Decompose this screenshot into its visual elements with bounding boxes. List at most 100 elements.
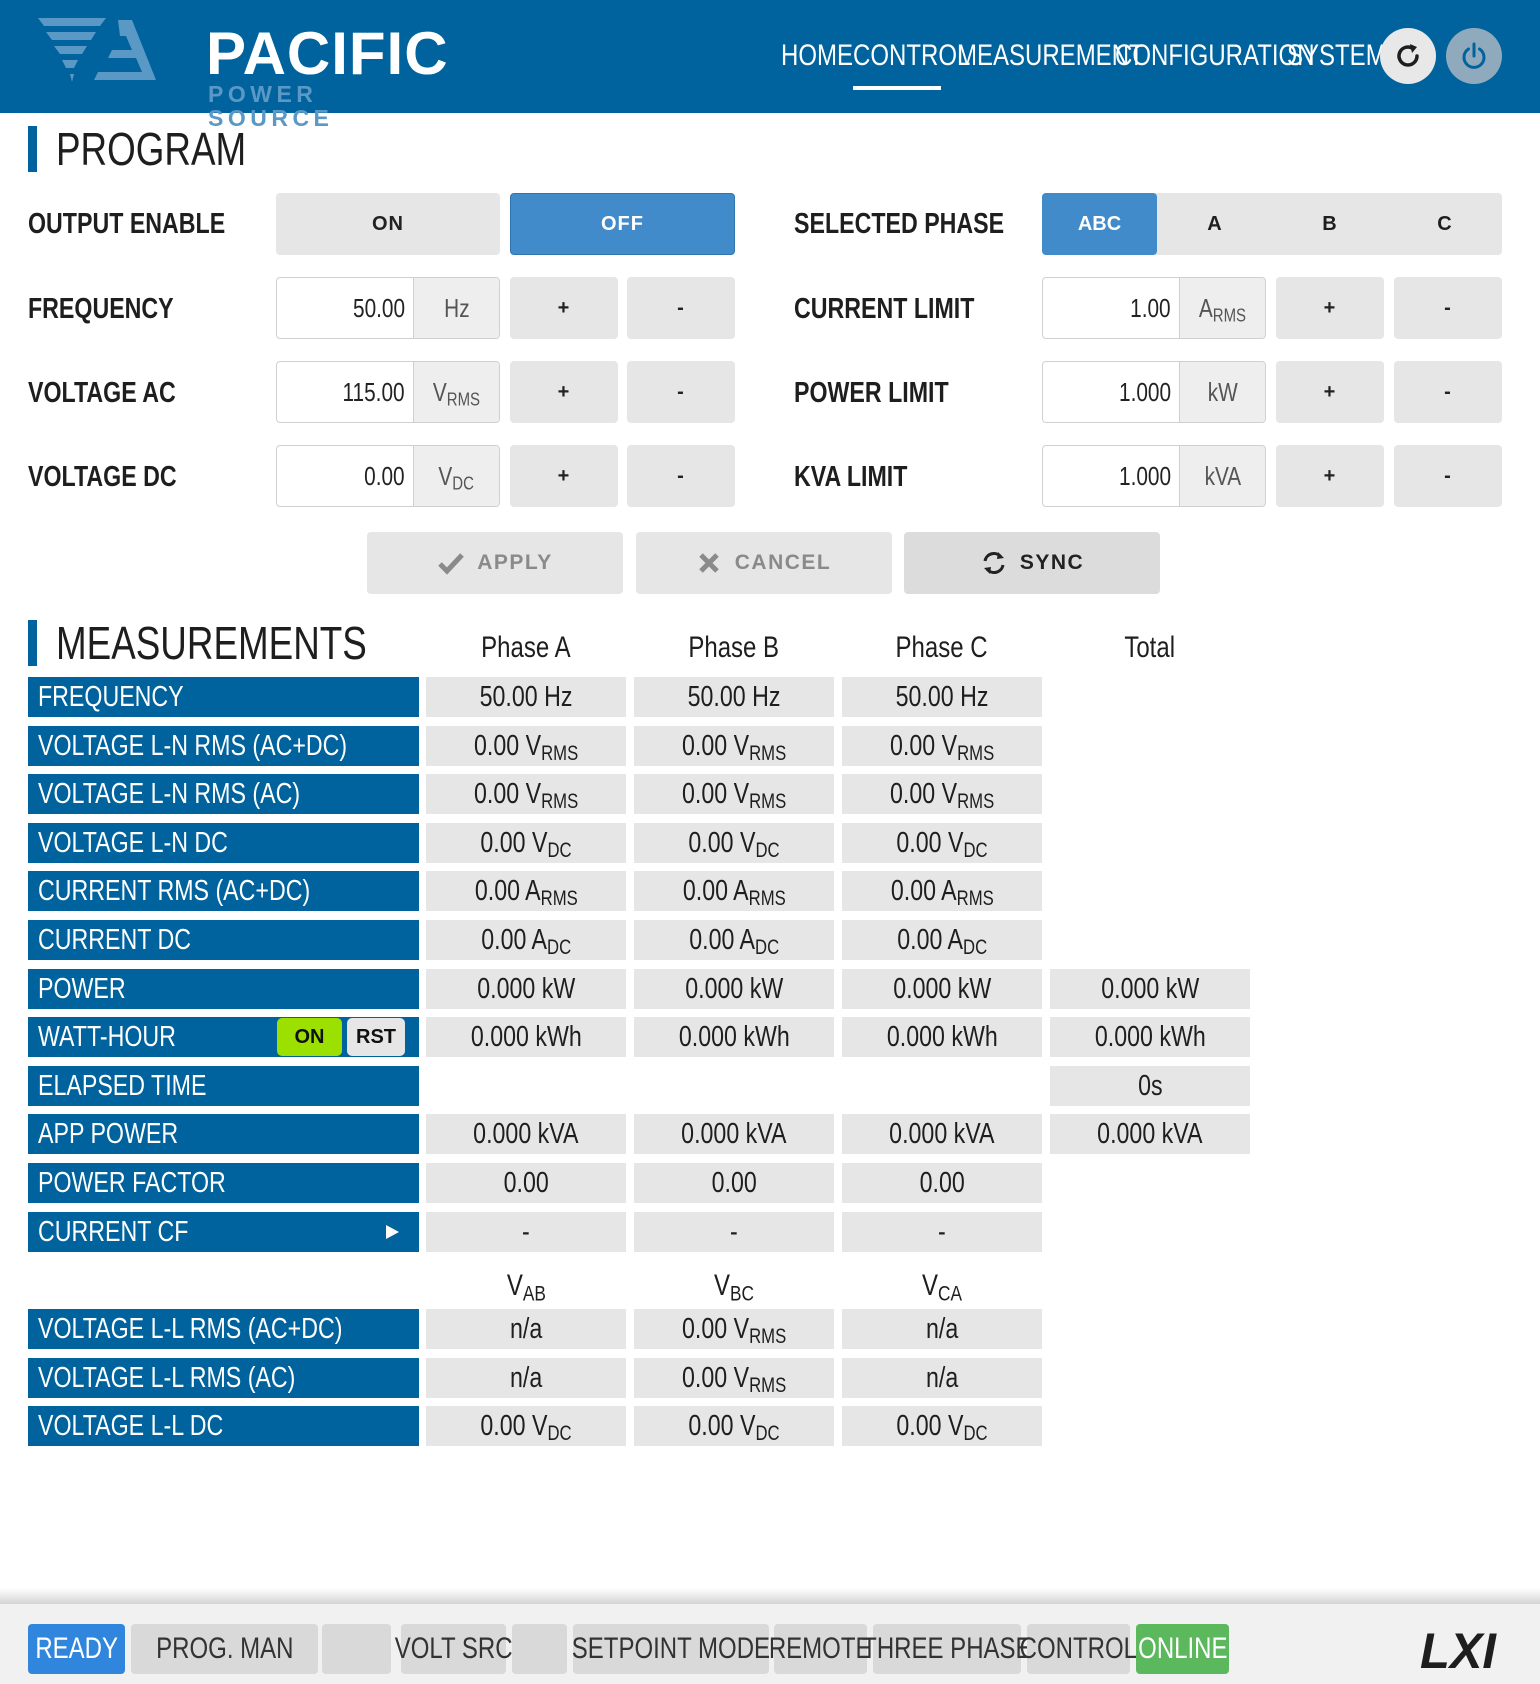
cell-current-rms-ac-dc-phase-b: 0.00 ARMS [634, 871, 834, 912]
power-limit-plus-button[interactable]: + [1276, 361, 1384, 423]
row-label-app-power-text: APP POWER [38, 1118, 179, 1151]
cell-app-power-total: 0.000 kVA [1050, 1114, 1250, 1155]
voltage-dc-minus-button[interactable]: - [627, 445, 735, 507]
power-limit-input[interactable]: 1.000 kW [1042, 361, 1266, 423]
cell-current-dc-phase-a: 0.00 ADC [426, 920, 626, 960]
row-label-elapsed-time: ELAPSED TIME [28, 1065, 419, 1106]
frequency-value[interactable]: 50.00 [277, 278, 413, 338]
refresh-button[interactable] [1380, 28, 1436, 84]
output-off-button[interactable]: OFF [510, 193, 735, 255]
voltage-dc-value[interactable]: 0.00 [277, 446, 413, 506]
power-limit-value[interactable]: 1.000 [1043, 362, 1179, 422]
voltage-ac-value[interactable]: 115.00 [277, 362, 413, 422]
cell-voltage-l-n-rms-ac-dc-phase-b-text: 0.00 VRMS [682, 726, 786, 774]
row-label-voltage-l-n-rms-ac: VOLTAGE L-N RMS (AC) [28, 774, 419, 815]
row-label-voltage-l-n-rms-ac-text: VOLTAGE L-N RMS (AC) [38, 778, 301, 811]
cell-elapsed-time-total: 0s [1050, 1065, 1250, 1106]
watt-hour-on-button[interactable]: ON [277, 1018, 342, 1057]
output-on-button[interactable]: ON [276, 193, 500, 255]
cell-power-factor-phase-a: 0.00 [426, 1163, 626, 1203]
cell-voltage-l-l-rms-ac-vab-value: n/a [509, 1361, 543, 1394]
close-icon [698, 553, 719, 573]
nav-home-label: HOME [781, 39, 853, 72]
current-limit-minus-button[interactable]: - [1394, 277, 1502, 339]
frequency-input[interactable]: 50.00 Hz [276, 277, 500, 339]
power-limit-plus-label: + [1323, 380, 1337, 403]
nav-control[interactable]: CONTROL [853, 36, 970, 90]
status-item-ready: READY [28, 1624, 125, 1674]
voltage-dc-input[interactable]: 0.00 VDC [276, 445, 500, 507]
current-limit-unit: ARMS [1179, 278, 1265, 338]
kva-limit-plus-button[interactable]: + [1276, 445, 1384, 507]
row-label-elapsed-time-text: ELAPSED TIME [38, 1069, 207, 1102]
apply-button[interactable]: APPLY [367, 532, 623, 594]
frequency-plus-label: + [557, 296, 571, 319]
frequency-minus-button[interactable]: - [627, 277, 735, 339]
cell-power-factor-phase-c-text: 0.00 [919, 1163, 964, 1203]
cell-voltage-l-l-rms-ac-vbc: 0.00 VRMS [634, 1357, 834, 1398]
sync-button[interactable]: SYNC [904, 532, 1160, 594]
current-limit-input[interactable]: 1.00 ARMS [1042, 277, 1266, 339]
kva-limit-minus-button[interactable]: - [1394, 445, 1502, 507]
cell-voltage-l-l-rms-ac-dc-vab: n/a [426, 1309, 626, 1349]
row-label-power-text: POWER [38, 972, 126, 1005]
cell-voltage-l-n-dc-phase-c-value: 0.00 V [896, 826, 964, 859]
voltage-ac-minus-button[interactable]: - [627, 361, 735, 423]
cell-power-total-value: 0.000 kW [1101, 972, 1199, 1005]
current-cf-expand-button[interactable] [380, 1220, 404, 1244]
kva-limit-input[interactable]: 1.000 kVA [1042, 445, 1266, 507]
selected-phase-label: SELECTED PHASE [794, 204, 1057, 244]
cell-power-total-text: 0.000 kW [1101, 969, 1199, 1009]
cell-app-power-phase-a-value: 0.000 kVA [473, 1118, 579, 1151]
cell-voltage-l-n-rms-ac-phase-a-text: 0.00 VRMS [474, 774, 578, 822]
pacific-logo[interactable]: PACIFIC POWER SOURCE [36, 14, 448, 130]
frequency-plus-button[interactable]: + [510, 277, 618, 339]
row-label-voltage-l-n-rms-ac-dc-text: VOLTAGE L-N RMS (AC+DC) [38, 729, 348, 762]
cell-current-cf-phase-c-text: - [938, 1212, 946, 1252]
voltage-ac-input[interactable]: 115.00 VRMS [276, 361, 500, 423]
current-limit-plus-button[interactable]: + [1276, 277, 1384, 339]
kva-limit-value-text: 1.000 [1118, 461, 1171, 491]
nav-control-label: CONTROL [853, 39, 971, 72]
phase-a-button[interactable]: A [1157, 193, 1272, 255]
current-limit-value[interactable]: 1.00 [1043, 278, 1179, 338]
cell-current-rms-ac-dc-phase-a: 0.00 ARMS [426, 871, 626, 912]
row-label-app-power: APP POWER [28, 1114, 419, 1155]
cell-current-cf-phase-b: - [634, 1211, 834, 1252]
watt-hour-reset-button[interactable]: RST [347, 1018, 405, 1057]
voltage-ac-minus-label: - [677, 380, 685, 403]
cell-power-phase-a-text: 0.000 kW [477, 969, 575, 1009]
current-limit-value-text: 1.00 [1130, 293, 1171, 323]
cell-voltage-l-n-rms-ac-dc-phase-a-unit-sub: RMS [540, 741, 579, 765]
cell-power-phase-b-text: 0.000 kW [685, 969, 783, 1009]
output-enable-label-text: OUTPUT ENABLE [28, 208, 226, 240]
cell-voltage-l-l-dc-vbc: 0.00 VDC [634, 1406, 834, 1447]
cell-current-cf-phase-c-value: - [938, 1215, 946, 1248]
cell-power-phase-c-value: 0.000 kW [893, 972, 991, 1005]
phase-abc-button[interactable]: ABC [1042, 193, 1157, 255]
voltage-ac-plus-button[interactable]: + [510, 361, 618, 423]
sync-label: SYNC [1019, 551, 1085, 574]
status-item-three-phase: THREE PHASE [862, 1624, 1032, 1674]
cell-app-power-phase-c: 0.000 kVA [842, 1114, 1042, 1155]
voltage-ac-label: VOLTAGE AC [28, 373, 213, 413]
kva-limit-label: KVA LIMIT [794, 457, 936, 497]
power-limit-minus-button[interactable]: - [1394, 361, 1502, 423]
phase-selector: ABC A B C [1042, 193, 1502, 255]
ll-column-header-vbc-text: VBC [714, 1266, 754, 1313]
current-limit-label: CURRENT LIMIT [794, 289, 1020, 329]
kva-limit-value[interactable]: 1.000 [1043, 446, 1179, 506]
cell-power-phase-b-value: 0.000 kW [685, 972, 783, 1005]
phase-b-button[interactable]: B [1272, 193, 1387, 255]
voltage-dc-plus-button[interactable]: + [510, 445, 618, 507]
sync-icon [983, 552, 1005, 574]
phase-c-button[interactable]: C [1387, 193, 1502, 255]
ll-column-header-vab: VAB [426, 1266, 626, 1306]
cell-current-dc-phase-c-value: 0.00 A [897, 924, 963, 956]
cell-app-power-phase-a-text: 0.000 kVA [473, 1114, 578, 1154]
power-button[interactable] [1446, 28, 1502, 84]
cancel-button[interactable]: CANCEL [636, 532, 892, 594]
cell-current-dc-phase-b-value: 0.00 A [689, 924, 755, 956]
power-limit-unit-text: kW [1207, 377, 1238, 407]
cell-voltage-l-l-rms-ac-dc-vca-text: n/a [926, 1309, 958, 1349]
